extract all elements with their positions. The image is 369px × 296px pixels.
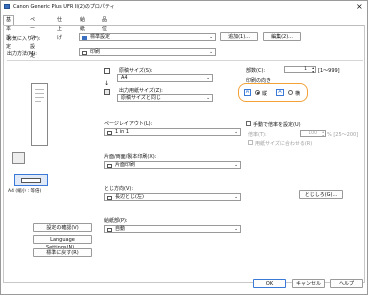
ratio-range: % [25～200] (327, 132, 359, 138)
landscape-icon: A (276, 89, 284, 96)
gutter-button[interactable]: とじしろ(G)... (299, 190, 343, 199)
spinner-arrows-icon: ▴ ▾ (312, 66, 314, 74)
tab-finishing[interactable]: 仕上げ (55, 16, 64, 41)
manual-scaling-label: 手動で倍率を設定(U) (253, 122, 301, 128)
duplex-value: 片面印刷 (115, 162, 136, 168)
page-layout-value: 1 in 1 (115, 129, 130, 135)
tray-icon (107, 227, 112, 232)
duplex-icon (107, 163, 112, 168)
match-paper-checkbox[interactable] (248, 140, 253, 145)
chevron-down-icon: ⌄ (209, 35, 213, 40)
profile-icon (82, 35, 87, 40)
chevron-down-icon: ⌄ (206, 76, 210, 81)
ok-button[interactable]: OK (253, 279, 286, 288)
paper-source-value: 自動 (115, 226, 126, 232)
ratio-spinner[interactable]: 100 ▴ ▾ (300, 130, 326, 138)
profile-value: 標準設定 (90, 34, 111, 40)
chevron-down-icon: ⌄ (206, 96, 210, 101)
help-button[interactable]: ヘルプ (330, 279, 363, 288)
landscape-radio[interactable] (288, 90, 293, 95)
portrait-label: 縦 (262, 91, 268, 97)
language-settings-button[interactable]: Language Settings(N)... (33, 235, 92, 251)
stacked-pages-icon (12, 152, 25, 164)
page-preview (31, 83, 48, 146)
portrait-radio[interactable] (255, 90, 260, 95)
original-size-label: 原稿サイズ(S): (119, 68, 153, 74)
output-size-label: 出力用紙サイズ(Z): (119, 88, 163, 94)
tab-paper-source[interactable]: 給紙 (78, 16, 87, 32)
printer-icon (4, 4, 10, 9)
profile-select[interactable]: 標準設定 ⌄ (79, 33, 216, 41)
page-layout-select[interactable]: 1 in 1 ⌄ (104, 128, 241, 136)
ratio-label: 倍率(T): (248, 132, 267, 138)
layout-icon (107, 130, 112, 135)
output-size-select[interactable]: 原稿サイズと同じ ⌄ (117, 94, 213, 102)
copies-spinner[interactable]: 1 ▴ ▾ (284, 66, 316, 74)
chevron-down-icon: ⌄ (234, 163, 238, 168)
print-icon (82, 50, 87, 55)
original-size-select[interactable]: A4 ⌄ (117, 74, 213, 82)
match-paper-label: 用紙サイズに合わせる(R) (255, 141, 313, 147)
paper-source-label: 給紙部(P): (104, 218, 128, 224)
divider (7, 60, 363, 61)
binding-label: とじ方向(V): (104, 186, 134, 192)
output-method-select[interactable]: 印刷 ⌄ (79, 48, 216, 56)
restore-defaults-button[interactable]: 標準に戻す(R) (33, 248, 92, 257)
arrow-down-icon: ↓ (104, 80, 110, 87)
add-profile-button[interactable]: 追加(1)... (220, 32, 258, 41)
printer-preview-icon[interactable] (14, 174, 48, 186)
output-method-value: 印刷 (90, 49, 101, 55)
preview-caption: A4 (縮小 : 等倍) (8, 189, 42, 194)
binding-icon (107, 195, 112, 200)
copies-range: [1～999] (318, 68, 340, 74)
landscape-label: 横 (295, 91, 301, 97)
cancel-button[interactable]: キャンセル (292, 279, 325, 288)
original-size-icon (104, 68, 110, 74)
output-size-icon (104, 89, 110, 95)
profile-label: お気に入り(F): (7, 36, 41, 42)
chevron-down-icon: ⌄ (234, 130, 238, 135)
manual-scaling-checkbox[interactable] (246, 121, 251, 126)
portrait-icon: A (244, 89, 251, 96)
confirm-settings-button[interactable]: 設定の確認(V) (33, 223, 92, 232)
tab-page-setup[interactable]: ページ設定 (28, 16, 37, 59)
tab-quality[interactable]: 品位 (100, 16, 109, 32)
copies-label: 部数(C): (246, 68, 266, 74)
chevron-down-icon: ⌄ (234, 227, 238, 232)
window-title: Canon Generic Plus UFR II(2)のプロパティ (13, 4, 115, 10)
original-size-value: A4 (121, 75, 128, 81)
edit-profile-button[interactable]: 編集(2)... (263, 32, 301, 41)
copies-value: 1 (304, 67, 307, 72)
paper-source-select[interactable]: 自動 ⌄ (104, 225, 241, 233)
output-method-label: 出力方法(M): (7, 51, 37, 57)
binding-value: 長辺とじ(左) (115, 194, 144, 200)
ratio-value: 100 (308, 131, 317, 136)
binding-select[interactable]: 長辺とじ(左) ⌄ (104, 193, 241, 201)
chevron-down-icon: ⌄ (209, 50, 213, 55)
duplex-select[interactable]: 片面印刷 ⌄ (104, 161, 241, 169)
page-layout-label: ページレイアウト(L): (104, 121, 153, 127)
close-icon[interactable]: × (356, 1, 363, 12)
output-size-value: 原稿サイズと同じ (121, 95, 161, 101)
duplex-label: 片面/両面/製本印刷(X): (104, 154, 157, 160)
chevron-down-icon: ⌄ (234, 195, 238, 200)
spinner-arrows-icon: ▴ ▾ (322, 130, 324, 138)
